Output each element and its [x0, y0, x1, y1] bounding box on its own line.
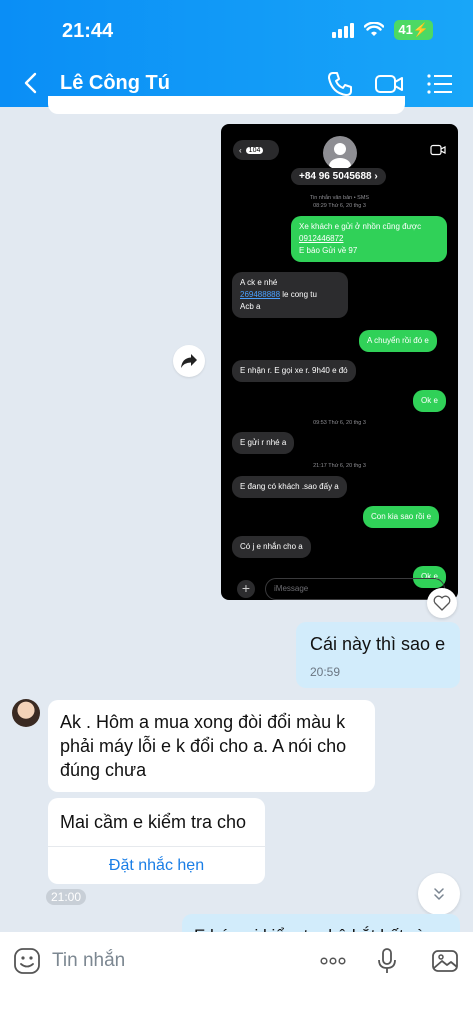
- chat-header: 21:44 41⚡ Lê Công Tú: [0, 0, 473, 107]
- sms-meta-mid: 09:53 Thứ 6, 20 thg 3: [313, 420, 366, 426]
- emoji-sticker-icon[interactable]: [12, 946, 42, 976]
- sms-input-bar: + iMessage: [221, 574, 458, 600]
- outgoing-message[interactable]: Cái này thì sao e 20:59: [296, 622, 460, 688]
- status-time: 21:44: [62, 20, 114, 42]
- sms-phone-number: +84 96 5045688 ›: [291, 168, 386, 185]
- message-text: Cái này thì sao e: [310, 634, 446, 654]
- sms-video-icon: [430, 144, 446, 156]
- message-text: Mai cầm e kiểm tra cho: [60, 812, 247, 832]
- signal-icon: [332, 22, 355, 38]
- message-input[interactable]: Tin nhắn: [52, 950, 125, 972]
- sms-bubble-out: Con kia sao rồi e: [363, 506, 440, 528]
- wifi-icon: [364, 22, 385, 36]
- sms-imessage-field: iMessage: [265, 578, 445, 600]
- sms-meta-date: 08:29 Thứ 6, 20 thg 3: [313, 203, 366, 209]
- incoming-message-with-action[interactable]: Mai cầm e kiểm tra cho Đặt nhắc hẹn: [48, 798, 265, 884]
- battery-indicator: 41⚡: [394, 20, 433, 40]
- sms-bubble-out: A chuyển rồi đó e: [359, 330, 437, 352]
- sms-bubble-out: Xe khách e gửi ở nhồn cũng được 09124468…: [291, 216, 447, 262]
- react-heart-button[interactable]: [427, 588, 457, 618]
- forward-button[interactable]: [173, 345, 205, 377]
- set-reminder-button[interactable]: Đặt nhắc hẹn: [48, 854, 265, 878]
- sms-meta-top: Tin nhắn văn bản • SMS: [309, 195, 370, 201]
- message-time: 20:59: [310, 665, 341, 679]
- sms-bubble-in: E đang có khách .sao đấy a: [232, 476, 347, 498]
- divider: [48, 846, 265, 847]
- message-time-badge: 21:00: [46, 889, 87, 905]
- back-arrow-icon[interactable]: [20, 68, 42, 98]
- incoming-message[interactable]: Ak . Hôm a mua xong đòi đổi màu k phải m…: [48, 700, 375, 792]
- voice-input-icon[interactable]: [372, 946, 402, 976]
- sms-bubble-in: A ck e nhé 269488888 le cong tu Acb a: [232, 272, 348, 318]
- status-icons: 41⚡: [332, 20, 433, 40]
- sms-meta-mid2: 21:17 Thứ 6, 20 thg 3: [313, 463, 366, 469]
- previous-message-bubble: [48, 96, 405, 114]
- forward-arrow-icon: [181, 354, 197, 368]
- sms-back-pill: ‹ 104: [233, 140, 279, 160]
- sms-bubble-out: Ok e: [413, 390, 446, 412]
- heart-icon: [433, 595, 451, 611]
- sms-bubble-in: E gửi r nhé a: [232, 432, 295, 454]
- image-message-screenshot[interactable]: ‹ 104 +84 96 5045688 › Tin nhắn văn bản …: [221, 124, 458, 600]
- sms-contact-avatar: [323, 136, 357, 170]
- double-chevron-down-icon: [434, 888, 444, 900]
- sms-bubble-in: Có j e nhắn cho a: [232, 536, 311, 558]
- message-composer: Tin nhắn: [0, 932, 473, 1024]
- image-gallery-icon[interactable]: [430, 946, 460, 976]
- scroll-to-bottom-button[interactable]: [418, 873, 460, 915]
- more-options-icon[interactable]: [318, 946, 348, 976]
- sms-bubble-in: E nhận r. E gọi xe r. 9h40 e đó: [232, 360, 356, 382]
- sms-plus-icon: +: [237, 580, 255, 598]
- contact-name[interactable]: Lê Công Tú: [60, 72, 170, 95]
- avatar[interactable]: [12, 699, 40, 727]
- menu-list-icon[interactable]: [424, 68, 456, 100]
